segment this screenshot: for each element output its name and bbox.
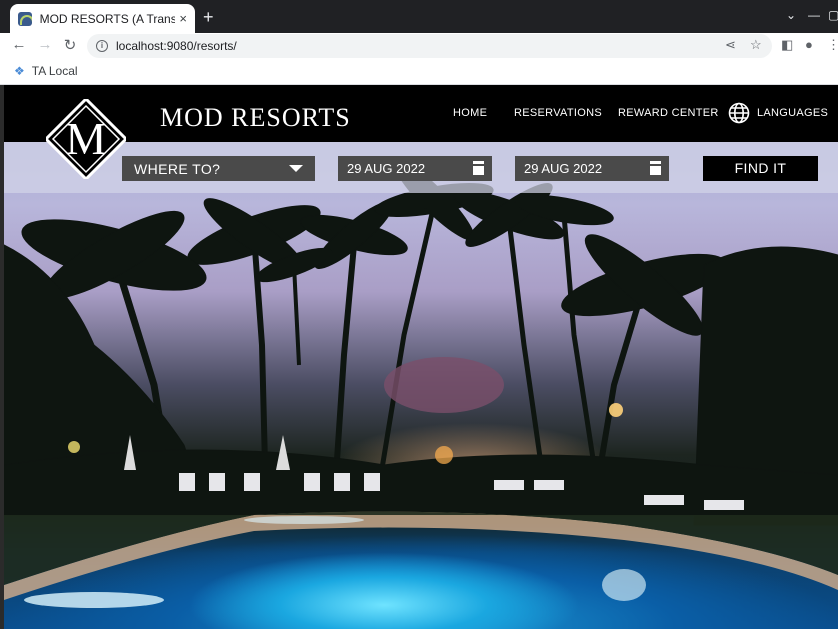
logo-letter: M xyxy=(66,113,107,164)
nav-reservations[interactable]: RESERVATIONS xyxy=(514,107,602,119)
checkout-date-field[interactable]: 29 AUG 2022 xyxy=(515,156,669,181)
menu-icon[interactable]: ⋮ xyxy=(827,37,838,53)
bookmarks-bar: ❖ TA Local xyxy=(0,59,838,85)
globe-icon[interactable] xyxy=(728,102,750,124)
page-viewport: MOD RESORTS HOME RESERVATIONS REWARD CEN… xyxy=(4,85,838,629)
reload-icon[interactable]: ↻ xyxy=(60,36,80,54)
tab-close-icon[interactable]: × xyxy=(179,11,187,26)
profile-icon[interactable]: ● xyxy=(805,37,813,52)
calendar-icon[interactable] xyxy=(650,161,661,175)
site-favicon-icon xyxy=(18,11,32,26)
nav-home[interactable]: HOME xyxy=(453,107,487,119)
nav-languages[interactable]: LANGUAGES xyxy=(757,107,828,119)
bookmark-label: TA Local xyxy=(31,64,78,78)
bookmark-icon: ❖ xyxy=(14,64,25,78)
forward-icon[interactable]: → xyxy=(35,36,55,53)
share-icon[interactable]: ⋖ xyxy=(725,37,736,53)
minimize-icon[interactable]: — xyxy=(808,8,820,22)
site-info-icon[interactable]: i xyxy=(96,40,108,52)
browser-titlebar: MOD RESORTS (A Transfo × + ⌄ — ▢ xyxy=(0,0,838,33)
side-panel-icon[interactable]: ◧ xyxy=(781,37,793,53)
tab-search-icon[interactable]: ⌄ xyxy=(786,8,796,22)
maximize-icon[interactable]: ▢ xyxy=(828,8,838,22)
chevron-down-icon xyxy=(289,165,303,172)
calendar-icon[interactable] xyxy=(473,161,484,175)
back-icon[interactable]: ← xyxy=(9,36,29,53)
destination-select[interactable]: WHERE TO? xyxy=(122,156,315,181)
bookmark-ta-local[interactable]: ❖ TA Local xyxy=(14,64,78,78)
checkin-date-field[interactable]: 29 AUG 2022 xyxy=(338,156,492,181)
site-brand-title[interactable]: MOD RESORTS xyxy=(160,103,351,133)
destination-value: WHERE TO? xyxy=(134,160,221,177)
nav-reward-center[interactable]: REWARD CENTER xyxy=(618,107,719,119)
address-bar[interactable]: i localhost:9080/resorts/ xyxy=(87,34,772,58)
browser-tab[interactable]: MOD RESORTS (A Transfo × xyxy=(10,4,195,33)
checkout-date-value: 29 AUG 2022 xyxy=(524,161,603,176)
find-it-button[interactable]: FIND IT xyxy=(703,156,818,181)
mod-resorts-logo[interactable]: M xyxy=(46,99,126,179)
checkin-date-value: 29 AUG 2022 xyxy=(347,161,426,176)
browser-toolbar: ← → ↻ i localhost:9080/resorts/ ⋖ ☆ ◧ ● … xyxy=(0,33,838,59)
tab-title: MOD RESORTS (A Transfo xyxy=(39,11,176,26)
url-text[interactable]: localhost:9080/resorts/ xyxy=(116,39,237,53)
bookmark-star-icon[interactable]: ☆ xyxy=(750,37,762,53)
new-tab-button[interactable]: + xyxy=(203,7,214,27)
